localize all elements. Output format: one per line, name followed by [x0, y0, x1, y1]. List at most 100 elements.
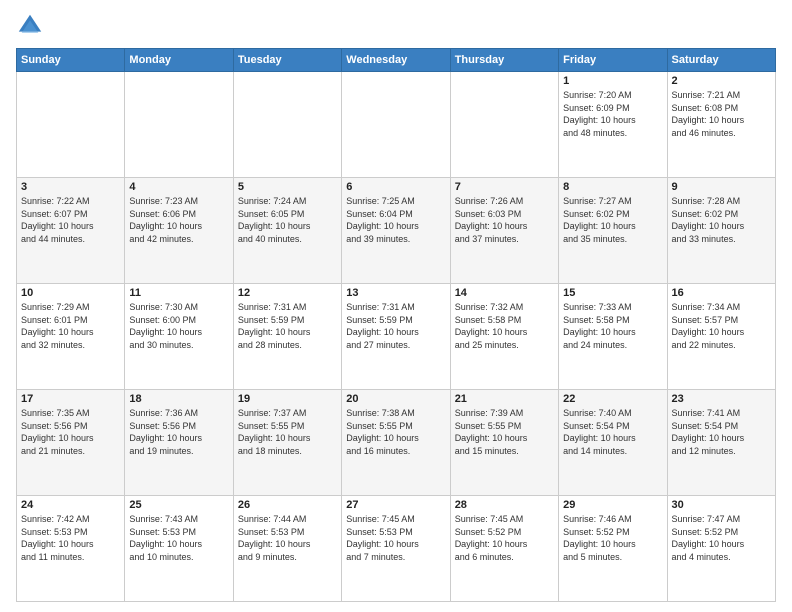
day-number: 27 [346, 499, 445, 511]
calendar-day-cell: 19 Sunrise: 7:37 AM Sunset: 5:55 PM Dayli… [233, 390, 341, 496]
day-number: 24 [21, 499, 120, 511]
calendar-day-cell: 11 Sunrise: 7:30 AM Sunset: 6:00 PM Dayli… [125, 284, 233, 390]
calendar-week-row: 1Sunrise: 7:20 AM Sunset: 6:09 PM Daylig… [17, 72, 776, 178]
calendar-day-cell: 14Sunrise: 7:32 AM Sunset: 5:58 PM Dayli… [450, 284, 558, 390]
day-number: 15 [563, 287, 662, 299]
day-info: Sunrise: 7:39 AM Sunset: 5:55 PM Dayligh… [455, 407, 554, 457]
calendar-day-cell: 5 Sunrise: 7:24 AM Sunset: 6:05 PM Daylig… [233, 178, 341, 284]
day-number: 25 [129, 499, 228, 511]
calendar-day-cell: 12Sunrise: 7:31 AM Sunset: 5:59 PM Dayli… [233, 284, 341, 390]
day-info: Sunrise: 7:27 AM Sunset: 6:02 PM Dayligh… [563, 195, 662, 245]
calendar-day-header: Sunday [17, 49, 125, 72]
day-number: 20 [346, 393, 445, 405]
day-number: 23 [672, 393, 771, 405]
calendar-day-cell [342, 72, 450, 178]
day-number: 7 [455, 181, 554, 193]
day-info: Sunrise: 7:40 AM Sunset: 5:54 PM Dayligh… [563, 407, 662, 457]
day-info: Sunrise: 7:25 AM Sunset: 6:04 PM Dayligh… [346, 195, 445, 245]
calendar-week-row: 24 Sunrise: 7:42 AM Sunset: 5:53 PM Dayli… [17, 496, 776, 602]
day-number: 5 [238, 181, 337, 193]
day-info: Sunrise: 7:38 AM Sunset: 5:55 PM Dayligh… [346, 407, 445, 457]
calendar-day-header: Thursday [450, 49, 558, 72]
calendar-day-cell: 25 Sunrise: 7:43 AM Sunset: 5:53 PM Dayli… [125, 496, 233, 602]
calendar-day-header: Monday [125, 49, 233, 72]
day-number: 8 [563, 181, 662, 193]
day-info: Sunrise: 7:30 AM Sunset: 6:00 PM Dayligh… [129, 301, 228, 351]
calendar-day-cell: 23 Sunrise: 7:41 AM Sunset: 5:54 PM Dayli… [667, 390, 775, 496]
calendar-day-cell: 7 Sunrise: 7:26 AM Sunset: 6:03 PM Daylig… [450, 178, 558, 284]
day-info: Sunrise: 7:29 AM Sunset: 6:01 PM Dayligh… [21, 301, 120, 351]
day-info: Sunrise: 7:43 AM Sunset: 5:53 PM Dayligh… [129, 513, 228, 563]
calendar-day-cell [233, 72, 341, 178]
calendar-day-cell: 27 Sunrise: 7:45 AM Sunset: 5:53 PM Dayli… [342, 496, 450, 602]
calendar-day-cell: 18 Sunrise: 7:36 AM Sunset: 5:56 PM Dayli… [125, 390, 233, 496]
calendar-day-cell: 29 Sunrise: 7:46 AM Sunset: 5:52 PM Dayli… [559, 496, 667, 602]
calendar-day-header: Wednesday [342, 49, 450, 72]
calendar-day-cell: 10Sunrise: 7:29 AM Sunset: 6:01 PM Dayli… [17, 284, 125, 390]
day-info: Sunrise: 7:31 AM Sunset: 5:59 PM Dayligh… [238, 301, 337, 351]
calendar-day-cell [450, 72, 558, 178]
day-info: Sunrise: 7:26 AM Sunset: 6:03 PM Dayligh… [455, 195, 554, 245]
calendar-header-row: SundayMondayTuesdayWednesdayThursdayFrid… [17, 49, 776, 72]
day-number: 13 [346, 287, 445, 299]
logo-icon [16, 12, 44, 40]
calendar-day-cell: 2 Sunrise: 7:21 AM Sunset: 6:08 PM Daylig… [667, 72, 775, 178]
day-number: 26 [238, 499, 337, 511]
calendar-day-cell: 28 Sunrise: 7:45 AM Sunset: 5:52 PM Dayli… [450, 496, 558, 602]
calendar-day-cell: 6 Sunrise: 7:25 AM Sunset: 6:04 PM Daylig… [342, 178, 450, 284]
day-info: Sunrise: 7:44 AM Sunset: 5:53 PM Dayligh… [238, 513, 337, 563]
day-number: 30 [672, 499, 771, 511]
calendar-day-cell: 9 Sunrise: 7:28 AM Sunset: 6:02 PM Daylig… [667, 178, 775, 284]
calendar-day-cell: 22 Sunrise: 7:40 AM Sunset: 5:54 PM Dayli… [559, 390, 667, 496]
day-number: 18 [129, 393, 228, 405]
calendar-day-cell: 15 Sunrise: 7:33 AM Sunset: 5:58 PM Dayli… [559, 284, 667, 390]
calendar-day-cell: 13 Sunrise: 7:31 AM Sunset: 5:59 PM Dayli… [342, 284, 450, 390]
day-number: 29 [563, 499, 662, 511]
day-number: 19 [238, 393, 337, 405]
calendar-day-cell: 8 Sunrise: 7:27 AM Sunset: 6:02 PM Daylig… [559, 178, 667, 284]
day-number: 11 [129, 287, 228, 299]
day-info: Sunrise: 7:35 AM Sunset: 5:56 PM Dayligh… [21, 407, 120, 457]
day-number: 28 [455, 499, 554, 511]
header [16, 12, 776, 40]
logo [16, 12, 48, 40]
calendar-table: SundayMondayTuesdayWednesdayThursdayFrid… [16, 48, 776, 602]
day-number: 9 [672, 181, 771, 193]
calendar-day-cell [125, 72, 233, 178]
calendar-day-cell: 26 Sunrise: 7:44 AM Sunset: 5:53 PM Dayli… [233, 496, 341, 602]
day-number: 2 [672, 75, 771, 87]
calendar-day-cell [17, 72, 125, 178]
page: SundayMondayTuesdayWednesdayThursdayFrid… [0, 0, 792, 612]
calendar-day-header: Tuesday [233, 49, 341, 72]
day-number: 1 [563, 75, 662, 87]
day-info: Sunrise: 7:46 AM Sunset: 5:52 PM Dayligh… [563, 513, 662, 563]
day-info: Sunrise: 7:42 AM Sunset: 5:53 PM Dayligh… [21, 513, 120, 563]
day-info: Sunrise: 7:21 AM Sunset: 6:08 PM Dayligh… [672, 89, 771, 139]
day-number: 3 [21, 181, 120, 193]
calendar-week-row: 17 Sunrise: 7:35 AM Sunset: 5:56 PM Dayli… [17, 390, 776, 496]
calendar-day-cell: 30 Sunrise: 7:47 AM Sunset: 5:52 PM Dayli… [667, 496, 775, 602]
day-number: 4 [129, 181, 228, 193]
day-info: Sunrise: 7:45 AM Sunset: 5:53 PM Dayligh… [346, 513, 445, 563]
day-info: Sunrise: 7:47 AM Sunset: 5:52 PM Dayligh… [672, 513, 771, 563]
day-info: Sunrise: 7:41 AM Sunset: 5:54 PM Dayligh… [672, 407, 771, 457]
calendar-day-cell: 16Sunrise: 7:34 AM Sunset: 5:57 PM Dayli… [667, 284, 775, 390]
day-number: 6 [346, 181, 445, 193]
day-info: Sunrise: 7:23 AM Sunset: 6:06 PM Dayligh… [129, 195, 228, 245]
day-info: Sunrise: 7:28 AM Sunset: 6:02 PM Dayligh… [672, 195, 771, 245]
day-info: Sunrise: 7:31 AM Sunset: 5:59 PM Dayligh… [346, 301, 445, 351]
day-info: Sunrise: 7:37 AM Sunset: 5:55 PM Dayligh… [238, 407, 337, 457]
calendar-day-cell: 1Sunrise: 7:20 AM Sunset: 6:09 PM Daylig… [559, 72, 667, 178]
day-number: 14 [455, 287, 554, 299]
day-number: 22 [563, 393, 662, 405]
day-number: 17 [21, 393, 120, 405]
day-info: Sunrise: 7:33 AM Sunset: 5:58 PM Dayligh… [563, 301, 662, 351]
day-info: Sunrise: 7:34 AM Sunset: 5:57 PM Dayligh… [672, 301, 771, 351]
day-number: 21 [455, 393, 554, 405]
calendar-day-cell: 4 Sunrise: 7:23 AM Sunset: 6:06 PM Daylig… [125, 178, 233, 284]
day-info: Sunrise: 7:45 AM Sunset: 5:52 PM Dayligh… [455, 513, 554, 563]
calendar-day-header: Friday [559, 49, 667, 72]
calendar-day-cell: 24 Sunrise: 7:42 AM Sunset: 5:53 PM Dayli… [17, 496, 125, 602]
day-info: Sunrise: 7:36 AM Sunset: 5:56 PM Dayligh… [129, 407, 228, 457]
day-info: Sunrise: 7:24 AM Sunset: 6:05 PM Dayligh… [238, 195, 337, 245]
